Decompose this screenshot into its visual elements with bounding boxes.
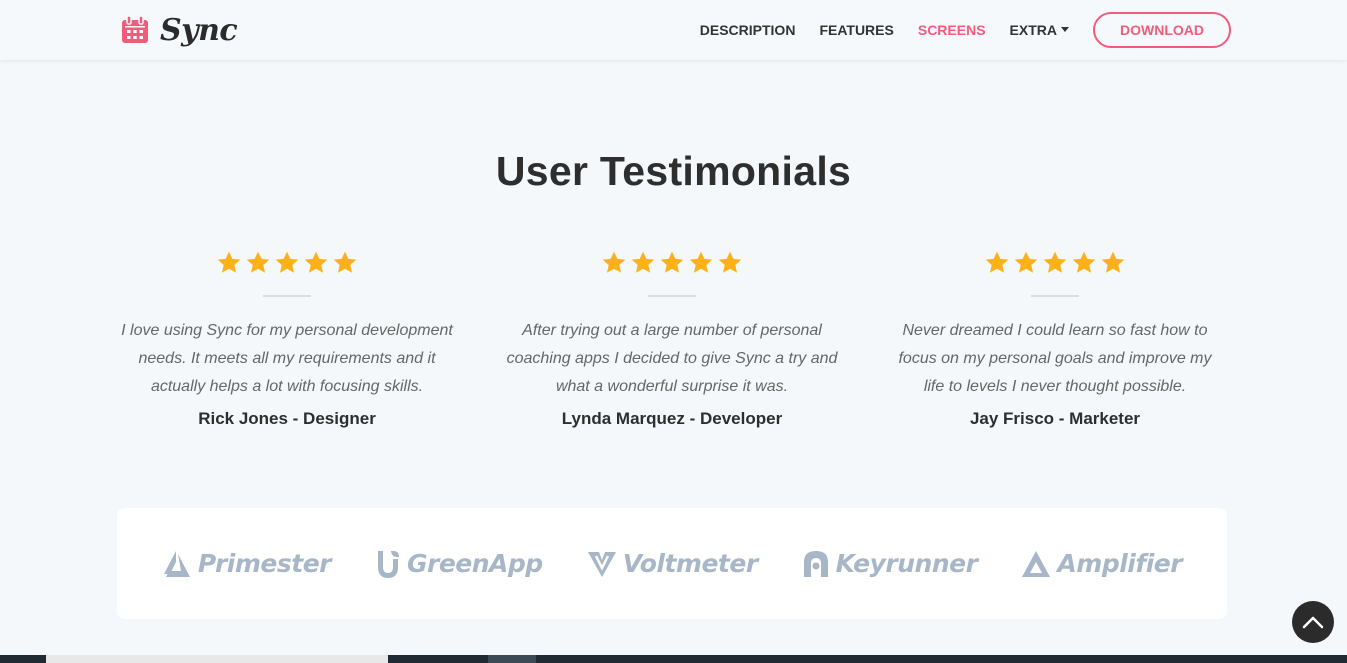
star-icon (217, 251, 241, 273)
star-rating (885, 250, 1225, 278)
partner-logo-amplifier[interactable]: Amplifier (1021, 549, 1183, 578)
testimonial-author: Rick Jones - Designer (198, 409, 376, 428)
nav-menu: DESCRIPTION FEATURES SCREENS EXTRA DOWNL… (676, 0, 1231, 60)
nav-item-extra[interactable]: EXTRA (1010, 22, 1069, 38)
partner-logos: Primester GreenApp Voltmeter Keyrunner A… (117, 508, 1227, 619)
navbar: Sync DESCRIPTION FEATURES SCREENS EXTRA … (0, 0, 1347, 60)
amplifier-logo-icon (1022, 550, 1051, 577)
voltmeter-logo-icon (587, 551, 616, 577)
brand-logo[interactable]: Sync (120, 10, 238, 50)
divider (263, 295, 311, 297)
partner-logo-primester[interactable]: Primester (162, 549, 331, 578)
testimonial-card: I love using Sync for my personal develo… (117, 250, 457, 429)
testimonial-quote: Never dreamed I could learn so fast how … (898, 322, 1212, 395)
partner-name: Amplifier (1057, 549, 1183, 578)
section-title: User Testimonials (495, 148, 852, 194)
partner-logo-keyrunner[interactable]: Keyrunner (802, 549, 978, 579)
partner-name: GreenApp (406, 549, 543, 578)
nav-item-screens[interactable]: SCREENS (918, 22, 986, 38)
star-icon (689, 251, 713, 273)
star-icon (1072, 251, 1096, 273)
testimonial-quote: After trying out a large number of perso… (506, 322, 838, 395)
star-icon (631, 251, 655, 273)
testimonial-author: Jay Frisco - Marketer (969, 409, 1141, 428)
nav-item-features[interactable]: FEATURES (819, 22, 893, 38)
star-icon (660, 251, 684, 273)
star-icon (275, 251, 299, 273)
star-rating (117, 250, 457, 278)
testimonial-card: Never dreamed I could learn so fast how … (885, 250, 1225, 429)
testimonial-author: Lynda Marquez - Developer (561, 409, 783, 428)
os-taskbar (0, 655, 1347, 663)
partner-name: Keyrunner (835, 549, 978, 578)
divider (1031, 295, 1079, 297)
star-icon (1014, 251, 1038, 273)
star-icon (1043, 251, 1067, 273)
calendar-icon (122, 15, 148, 43)
caret-down-icon (1061, 26, 1069, 32)
star-icon (602, 251, 626, 273)
star-icon (246, 251, 270, 273)
partner-name: Primester (197, 549, 332, 578)
taskbar-search-box[interactable] (46, 655, 388, 663)
star-icon (1101, 251, 1125, 273)
star-rating (502, 250, 842, 278)
star-icon (304, 251, 328, 273)
download-button[interactable]: DOWNLOAD (1093, 12, 1231, 48)
partner-logo-greenapp[interactable]: GreenApp (375, 549, 543, 579)
testimonial-card: After trying out a large number of perso… (502, 250, 842, 429)
primester-logo-icon (163, 550, 190, 577)
chevron-up-icon (1302, 616, 1324, 629)
taskbar-app-button[interactable] (488, 655, 536, 663)
nav-item-description[interactable]: DESCRIPTION (700, 22, 796, 38)
keyrunner-logo-icon (803, 550, 828, 577)
divider (648, 295, 696, 297)
star-icon (985, 251, 1009, 273)
partner-name: Voltmeter (622, 549, 758, 578)
brand-name: Sync (160, 12, 238, 48)
star-icon (333, 251, 357, 273)
star-icon (718, 251, 742, 273)
nav-item-extra-label: EXTRA (1009, 22, 1057, 38)
testimonial-quote: I love using Sync for my personal develo… (121, 322, 453, 395)
partner-logo-voltmeter[interactable]: Voltmeter (587, 549, 758, 578)
back-to-top-button[interactable] (1292, 601, 1334, 643)
greenapp-logo-icon (377, 550, 399, 578)
